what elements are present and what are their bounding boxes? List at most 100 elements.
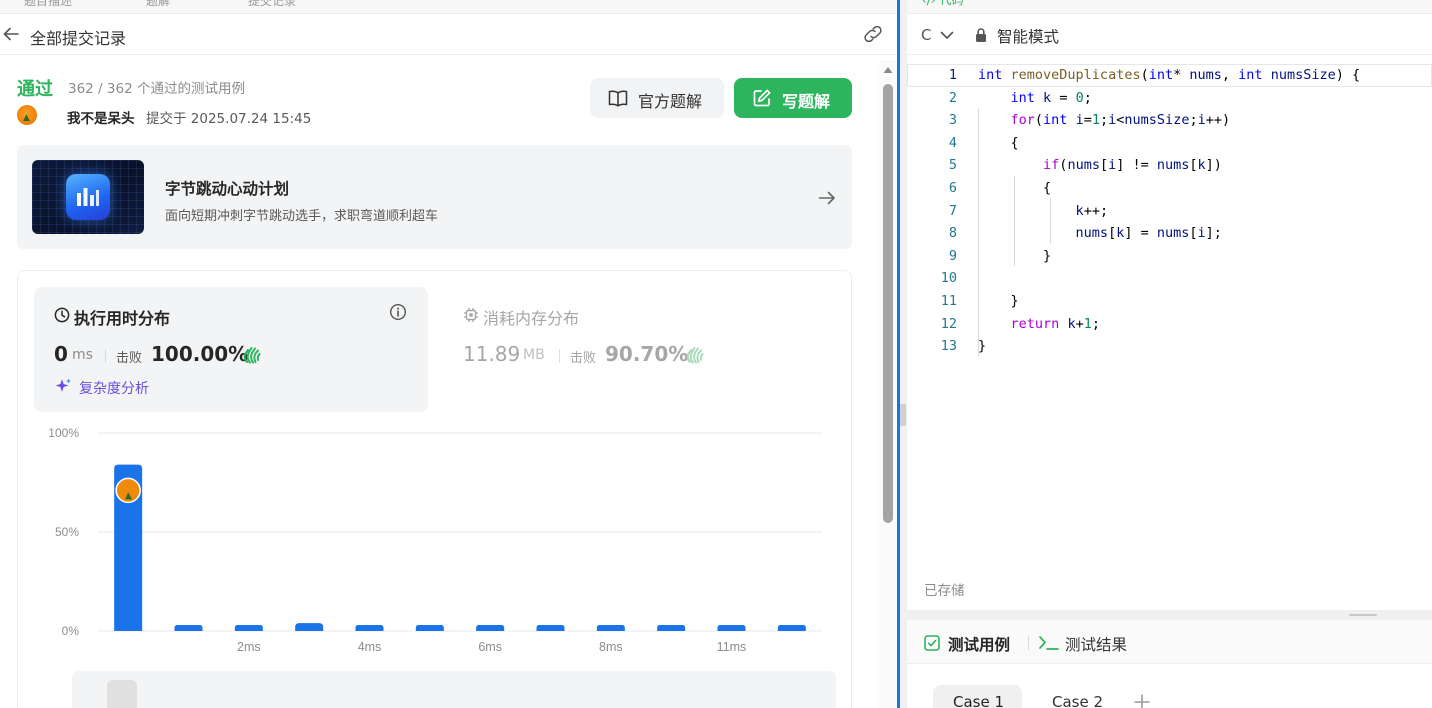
write-solution-button[interactable]: 写题解	[734, 78, 852, 118]
avatar[interactable]: ▲	[17, 105, 37, 125]
chart-bar[interactable]	[717, 625, 746, 631]
x-tick-label: 11ms	[717, 640, 747, 654]
x-tick-label: 4ms	[358, 640, 382, 654]
code-line[interactable]: 8 nums[k] = nums[i];	[907, 222, 1432, 245]
submission-time: 提交于 2025.07.24 15:45	[146, 111, 312, 127]
case-2-tab[interactable]: Case 2	[1052, 693, 1103, 708]
code-line[interactable]: 3 for(int i=1;i<numsSize;i++)	[907, 109, 1432, 132]
code-text: nums[k] = nums[i];	[1075, 225, 1222, 242]
chart-bar[interactable]	[415, 625, 444, 631]
chart-bar[interactable]	[777, 625, 806, 631]
code-line[interactable]: 9 }	[907, 245, 1432, 268]
app-root: 题目描述 题解 提交记录 全部提交记录 通过 362 / 362 个通过的测试用…	[0, 0, 1432, 708]
bytedance-logo-icon	[66, 174, 110, 220]
code-line[interactable]: 7 k++;	[907, 200, 1432, 223]
chart-range-slider[interactable]	[72, 671, 836, 708]
promo-subtitle: 面向短期冲刺字节跳动选手，求职弯道顺利超车	[165, 209, 439, 224]
chart-bar[interactable]	[234, 625, 263, 631]
code-line[interactable]: 5 if(nums[i] != nums[k])	[907, 154, 1432, 177]
code-line[interactable]: 6 {	[907, 177, 1432, 200]
editor-console-splitter[interactable]	[907, 610, 1432, 620]
code-line[interactable]: 11 }	[907, 290, 1432, 313]
tab-solutions[interactable]: 题解	[146, 0, 170, 9]
chevron-down-icon[interactable]	[939, 29, 955, 41]
x-tick-label: 6ms	[478, 640, 502, 654]
runtime-unit: ms	[72, 347, 93, 363]
chart-bar[interactable]	[536, 625, 565, 631]
code-editor-panel: ‹/› 代码 C 智能模式 1 int removeDuplicates(int*…	[907, 0, 1432, 610]
y-tick-label: 50%	[55, 525, 79, 539]
code-text: k++;	[1075, 202, 1109, 219]
splitter-grip[interactable]	[900, 404, 906, 426]
code-line[interactable]: 10	[907, 267, 1432, 290]
runtime-beat-label: 击败	[116, 351, 143, 366]
editor-toolbar: C 智能模式	[907, 15, 1432, 55]
code-tab[interactable]: ‹/› 代码	[922, 0, 963, 8]
chart-bar[interactable]	[295, 623, 324, 631]
official-solution-label: 官方题解	[638, 92, 703, 111]
code-line[interactable]: 13}	[907, 335, 1432, 358]
arrow-right-icon[interactable]	[817, 188, 837, 208]
tab-submissions[interactable]: 提交记录	[248, 0, 296, 9]
code-text: if(nums[i] != nums[k])	[1043, 157, 1222, 174]
chart-bar[interactable]	[355, 625, 384, 631]
left-scrollbar-thumb[interactable]	[883, 84, 893, 523]
code-line[interactable]: 12 return k+1;	[907, 313, 1432, 336]
accepted-status: 通过	[17, 79, 53, 100]
x-tick-label: 8ms	[599, 640, 623, 654]
line-number: 2	[948, 89, 957, 106]
runtime-panel[interactable]: 执行用时分布 0 ms 击败 100.00% 复杂度分析	[34, 287, 428, 412]
editor-mode[interactable]: 智能模式	[997, 25, 1059, 47]
arrow-left-icon[interactable]	[2, 24, 20, 44]
tab-test-results[interactable]: 测试结果	[1065, 633, 1127, 655]
left-tab-strip: 题目描述 题解 提交记录	[0, 0, 897, 14]
promo-image	[32, 160, 144, 234]
clap-hands-icon	[243, 347, 261, 364]
line-number: 10	[940, 270, 957, 287]
language-selector[interactable]: C	[921, 26, 931, 44]
chart-bar[interactable]	[174, 625, 203, 631]
info-icon[interactable]	[389, 303, 407, 321]
splitter-grip[interactable]	[1349, 614, 1377, 616]
sparkle-icon	[55, 378, 71, 392]
link-icon[interactable]	[861, 24, 885, 44]
chart-bar[interactable]	[657, 625, 686, 631]
code-line[interactable]: 4 {	[907, 132, 1432, 155]
plus-icon[interactable]	[1133, 693, 1151, 708]
line-number: 9	[948, 247, 957, 264]
runtime-title: 执行用时分布	[74, 309, 171, 328]
code-area[interactable]: 1 int removeDuplicates(int* nums, int num…	[907, 64, 1432, 358]
terminal-icon	[1039, 636, 1059, 650]
page-title[interactable]: 全部提交记录	[30, 25, 126, 49]
username[interactable]: 我不是呆头	[67, 107, 135, 127]
code-text: for(int i=1;i<numsSize;i++)	[1010, 112, 1231, 129]
line-number: 1	[948, 67, 957, 83]
complexity-analysis-link[interactable]: 复杂度分析	[79, 378, 149, 398]
scroll-up-icon[interactable]	[883, 66, 893, 74]
line-number: 11	[940, 292, 957, 309]
range-handle[interactable]	[107, 680, 137, 708]
code-text: return k+1;	[1010, 315, 1100, 332]
edit-icon	[753, 89, 771, 107]
tab-testcases[interactable]: 测试用例	[948, 633, 1010, 655]
line-number: 12	[940, 315, 957, 332]
line-number: 3	[948, 112, 957, 129]
chart-bar[interactable]	[476, 625, 505, 631]
saved-status: 已存储	[924, 583, 965, 599]
promo-banner[interactable]: 字节跳动心动计划 面向短期冲刺字节跳动选手，求职弯道顺利超车	[17, 145, 852, 249]
code-line[interactable]: 1 int removeDuplicates(int* nums, int num…	[907, 64, 1432, 87]
panel-splitter[interactable]	[897, 0, 900, 708]
write-solution-label: 写题解	[782, 92, 831, 111]
line-number: 7	[948, 202, 957, 219]
code-line[interactable]: 2 int k = 0;	[907, 87, 1432, 110]
chart-bar[interactable]	[596, 625, 625, 631]
official-solution-button[interactable]: 官方题解	[590, 78, 724, 118]
code-text: }	[978, 292, 1019, 309]
case-1-tab[interactable]: Case 1	[933, 685, 1022, 708]
y-tick-label: 100%	[48, 426, 79, 440]
chip-icon	[464, 308, 478, 322]
memory-tab[interactable]: 消耗内存分布	[483, 305, 579, 329]
x-tick-label: 2ms	[237, 640, 261, 654]
tab-description[interactable]: 题目描述	[24, 0, 72, 9]
line-number: 4	[948, 134, 957, 151]
